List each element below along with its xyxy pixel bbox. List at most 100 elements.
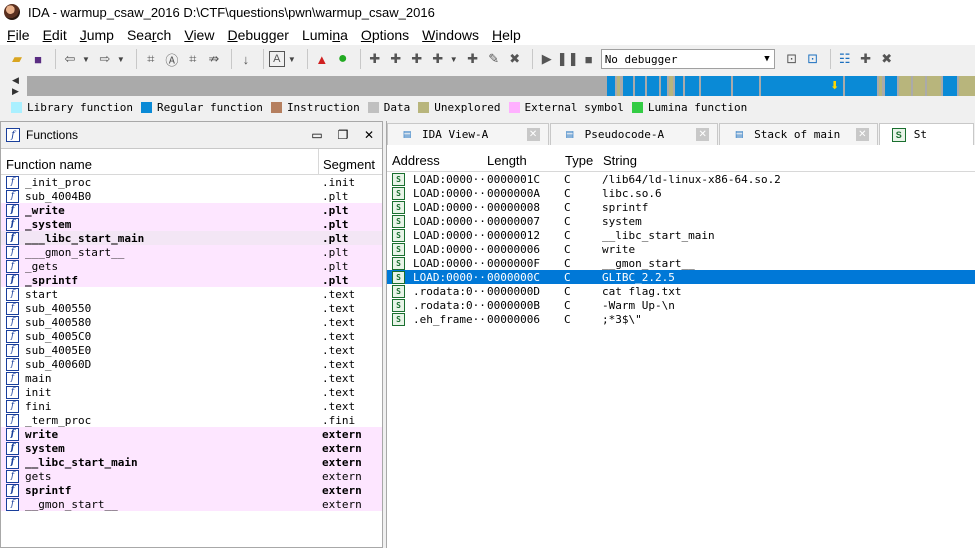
column-address[interactable]: Address: [387, 153, 482, 168]
function-row[interactable]: f __libc_start_main extern: [1, 455, 382, 469]
forward-arrow-icon[interactable]: ⇨: [96, 50, 114, 68]
function-row[interactable]: f _init_proc .init: [1, 175, 382, 189]
string-row[interactable]: S LOAD:0000··· 0000000C C GLIBC_2.2.5: [387, 270, 975, 284]
attach-icon[interactable]: ⊡: [804, 50, 822, 68]
string-row[interactable]: S LOAD:0000··· 0000000F C __gmon_start__: [387, 256, 975, 270]
function-icon: f: [6, 287, 19, 301]
function-row[interactable]: f _sprintf .plt: [1, 273, 382, 287]
string-row[interactable]: S .rodata:0··· 0000000D Ccat flag.txt: [387, 284, 975, 298]
navigate-icon[interactable]: ⇏: [205, 50, 223, 68]
function-row[interactable]: f sub_400580 .text: [1, 315, 382, 329]
function-row[interactable]: f sub_400550 .text: [1, 301, 382, 315]
add-enum-icon[interactable]: ✚: [429, 50, 447, 68]
forward-dropdown-icon[interactable]: ▼: [117, 55, 125, 64]
column-string[interactable]: String: [599, 153, 637, 168]
string-row[interactable]: S LOAD:0000··· 00000012 C __libc_start_main: [387, 228, 975, 242]
tab-stack-of-main[interactable]: ▤ Stack of main ✕: [719, 123, 878, 145]
function-row[interactable]: f ___libc_start_main .plt: [1, 231, 382, 245]
pseudocode-icon: ▤: [565, 129, 574, 139]
green-circle-icon[interactable]: ●: [334, 50, 352, 68]
menu-windows[interactable]: Windows: [415, 27, 485, 43]
function-row[interactable]: f sprintf extern: [1, 483, 382, 497]
report-icon[interactable]: ☷: [836, 50, 854, 68]
function-row[interactable]: f write extern: [1, 427, 382, 441]
string-row[interactable]: S LOAD:0000··· 00000006 Cwrite: [387, 242, 975, 256]
function-row[interactable]: f system extern: [1, 441, 382, 455]
menu-view[interactable]: View: [177, 27, 220, 43]
text-mode-icon[interactable]: A: [268, 51, 285, 67]
binary-search-icon[interactable]: ⌗: [142, 50, 160, 68]
back-dropdown-icon[interactable]: ▼: [82, 55, 90, 64]
string-row[interactable]: S LOAD:0000··· 0000001C C/lib64/ld-linux-x8…: [387, 172, 975, 186]
close-icon[interactable]: ✕: [696, 128, 710, 141]
menu-debugger[interactable]: Debugger: [220, 27, 295, 43]
tab-ida-view-a[interactable]: ▤ IDA View-A ✕: [387, 123, 549, 145]
add-data-icon[interactable]: ✚: [387, 50, 405, 68]
function-row[interactable]: f gets extern: [1, 469, 382, 483]
column-type[interactable]: Type: [561, 153, 599, 168]
function-row[interactable]: f sub_40060D .text: [1, 357, 382, 371]
menu-options[interactable]: Options: [354, 27, 415, 43]
menu-edit[interactable]: Edit: [36, 27, 73, 43]
function-row[interactable]: f _system .plt: [1, 217, 382, 231]
string-row[interactable]: S LOAD:0000··· 0000000A Clibc.so.6: [387, 186, 975, 200]
function-row[interactable]: f _term_proc .fini: [1, 413, 382, 427]
restore-icon[interactable]: ❐: [330, 128, 356, 142]
close-icon[interactable]: ✕: [356, 128, 382, 142]
tools-icon[interactable]: ✖: [878, 50, 896, 68]
string-row[interactable]: S LOAD:0000··· 00000008 Csprintf: [387, 200, 975, 214]
string-row[interactable]: S .rodata:0··· 0000000B C -Warm Up-\n: [387, 298, 975, 312]
column-function-name[interactable]: Function name: [1, 149, 319, 174]
back-arrow-icon[interactable]: ⇦: [61, 50, 79, 68]
plugin-icon[interactable]: ✚: [857, 50, 875, 68]
function-row[interactable]: f sub_4004B0 .plt: [1, 189, 382, 203]
string-row[interactable]: S LOAD:0000··· 00000007 Csystem: [387, 214, 975, 228]
menu-file[interactable]: File: [0, 27, 36, 43]
maximize-icon[interactable]: ▭: [304, 128, 330, 142]
warning-icon[interactable]: ▲: [313, 50, 331, 68]
function-row[interactable]: f __gmon_start__ extern: [1, 497, 382, 511]
function-row[interactable]: f start .text: [1, 287, 382, 301]
add-struct-icon[interactable]: ✚: [408, 50, 426, 68]
function-row[interactable]: f ___gmon_start__ .plt: [1, 245, 382, 259]
function-row[interactable]: f _gets .plt: [1, 259, 382, 273]
string-row[interactable]: S .eh_frame··· 00000006 C ;*3$\": [387, 312, 975, 326]
function-row[interactable]: f sub_4005C0 .text: [1, 329, 382, 343]
function-row[interactable]: f sub_4005E0 .text: [1, 343, 382, 357]
function-row[interactable]: f main .text: [1, 371, 382, 385]
text-mode-dropdown-icon[interactable]: ▼: [288, 55, 296, 64]
add-xref-icon[interactable]: ✚: [464, 50, 482, 68]
close-icon[interactable]: ✕: [855, 128, 869, 141]
immediate-search-icon[interactable]: ⌗: [184, 50, 202, 68]
close-icon[interactable]: ✕: [526, 128, 540, 141]
function-row[interactable]: f init .text: [1, 385, 382, 399]
toolbar-separator: [359, 49, 361, 69]
save-icon[interactable]: ■: [29, 50, 47, 68]
function-row[interactable]: f _write .plt: [1, 203, 382, 217]
pause-icon[interactable]: ❚❚: [557, 50, 579, 68]
nav-strip[interactable]: ⬇: [27, 76, 975, 96]
nav-left-arrows-icon[interactable]: ◀ ▶: [12, 75, 19, 97]
add-dropdown-icon[interactable]: ▼: [450, 55, 458, 64]
menu-help[interactable]: Help: [485, 27, 527, 43]
delete-icon[interactable]: ✖: [506, 50, 524, 68]
function-name: sub_4005E0: [25, 343, 92, 357]
text-search-icon[interactable]: Ⓐ: [163, 50, 181, 68]
add-code-icon[interactable]: ✚: [366, 50, 384, 68]
column-segment[interactable]: Segment: [319, 157, 375, 174]
menu-search[interactable]: Search: [120, 27, 177, 43]
jump-down-icon[interactable]: ↓: [237, 50, 255, 68]
play-icon[interactable]: ▶: [538, 50, 556, 68]
tab-pseudocode-a[interactable]: ▤ Pseudocode-A ✕: [549, 123, 719, 145]
column-length[interactable]: Length: [482, 153, 561, 168]
debugger-option-icon[interactable]: ⊡: [783, 50, 801, 68]
tab-st[interactable]: S St: [878, 123, 974, 145]
open-folder-icon[interactable]: ▰: [8, 50, 26, 68]
stop-icon[interactable]: ■: [580, 50, 598, 68]
patch-icon[interactable]: ✎: [485, 50, 503, 68]
function-row[interactable]: f fini .text: [1, 399, 382, 413]
menu-jump[interactable]: Jump: [73, 27, 120, 43]
nav-segment: [647, 76, 659, 96]
menu-lumina[interactable]: Lumina: [295, 27, 354, 43]
debugger-select[interactable]: No debugger ▼: [600, 49, 775, 69]
